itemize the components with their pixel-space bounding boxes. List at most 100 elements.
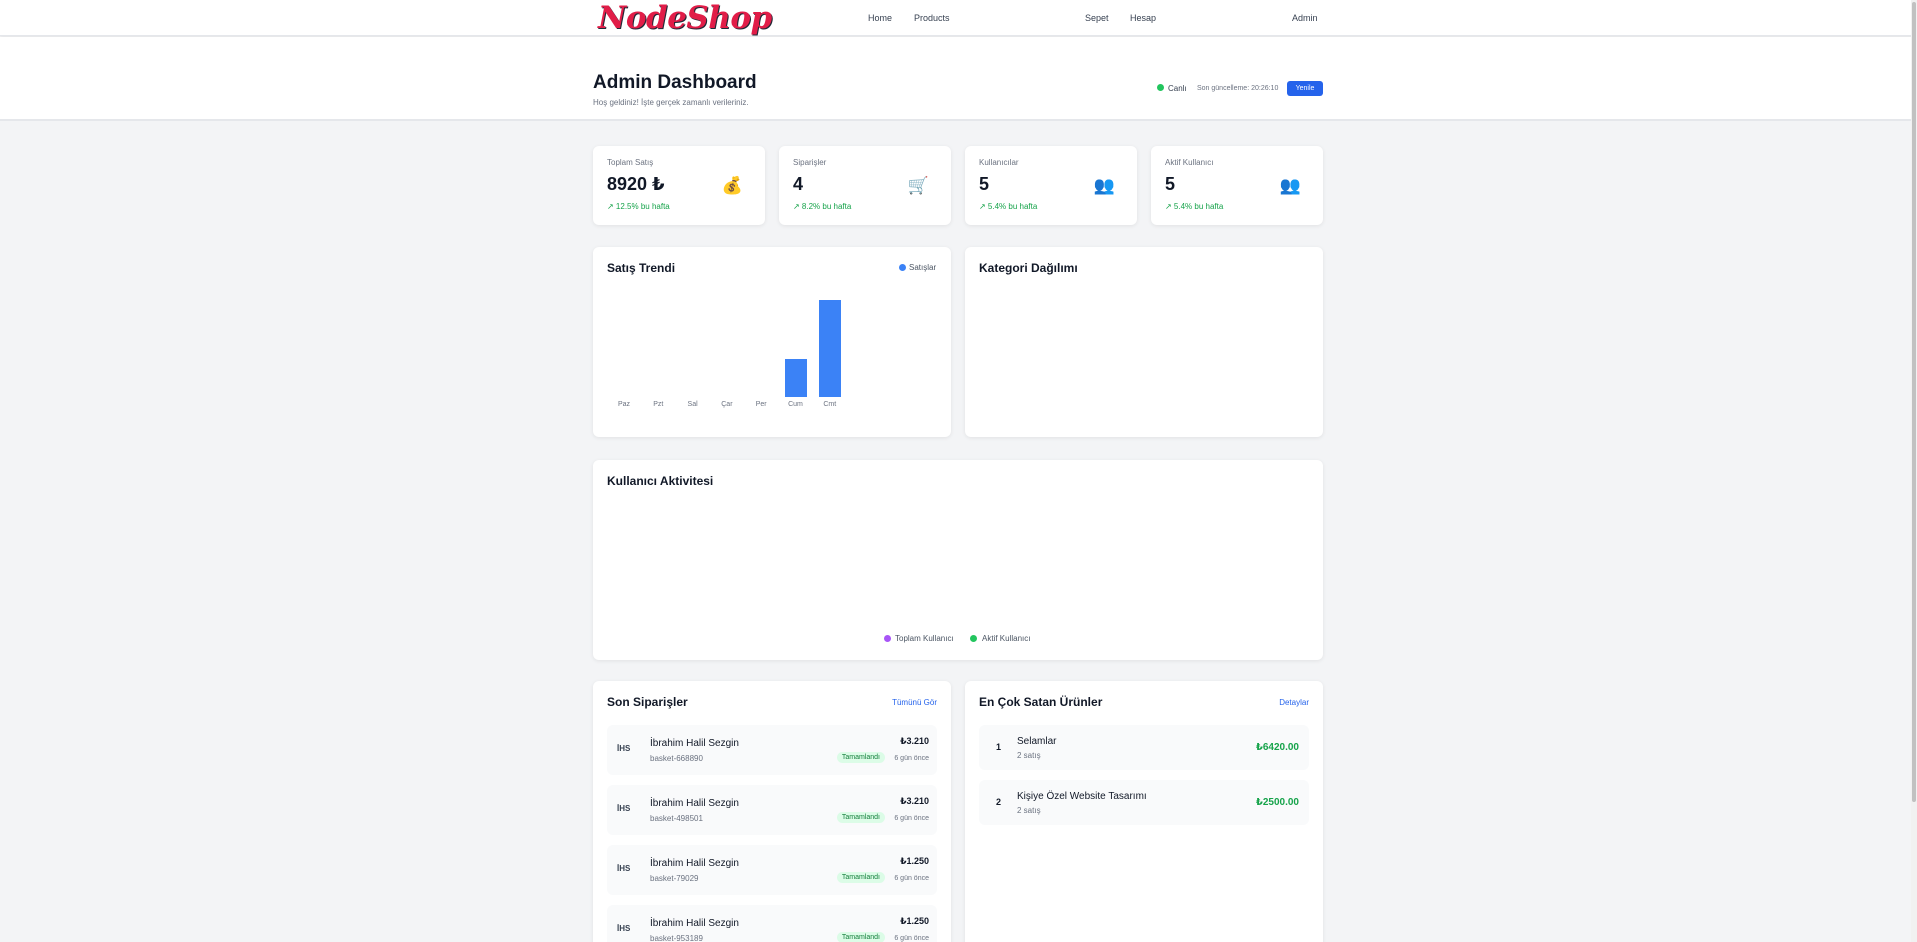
user-activity-card: Kullanıcı Aktivitesi Toplam Kullanıcı Ak… <box>593 460 1323 660</box>
stat-label: Aktif Kullanıcı <box>1165 158 1214 167</box>
stat-label: Kullanıcılar <box>979 158 1019 167</box>
live-status-label: Canlı <box>1168 84 1187 93</box>
stat-trend: ↗ 5.4% bu hafta <box>1165 202 1224 211</box>
order-row[interactable]: İHS İbrahim Halil Sezgin basket-79029 ₺1… <box>607 845 937 895</box>
product-sales-count: 2 satış <box>1017 806 1041 815</box>
users-icon: 👥 <box>1093 176 1115 195</box>
top-navbar: NodeShop Home Products Sepet Hesap Admin <box>0 0 1917 36</box>
order-basket-id: basket-498501 <box>650 814 703 823</box>
x-axis-tick-label: Paz <box>617 401 631 408</box>
status-badge: Tamamlandı <box>836 872 885 883</box>
product-rank: 2 <box>996 797 1002 807</box>
stat-value: 8920 ₺ <box>607 174 665 194</box>
order-customer-name: İbrahim Halil Sezgin <box>650 858 739 869</box>
avatar: İHS <box>617 744 631 753</box>
status-badge: Tamamlandı <box>836 752 885 763</box>
total-users-legend-label: Toplam Kullanıcı <box>895 634 954 643</box>
stat-trend: ↗ 5.4% bu hafta <box>979 202 1038 211</box>
product-row[interactable]: 1 Selamlar 2 satış ₺6420.00 <box>979 725 1309 770</box>
sales-legend-label: Satışlar <box>909 263 937 272</box>
avatar: İHS <box>617 864 631 873</box>
refresh-button[interactable]: Yenile <box>1287 81 1323 96</box>
stat-label: Siparişler <box>793 158 827 167</box>
stat-trend: ↗ 8.2% bu hafta <box>793 202 852 211</box>
nav-admin-link[interactable]: Admin <box>1292 13 1318 23</box>
stat-card-active-users: Aktif Kullanıcı 5 ↗ 5.4% bu hafta 👥 <box>1151 146 1323 225</box>
active-users-legend-dot <box>970 635 977 642</box>
nav-home-link[interactable]: Home <box>868 13 892 23</box>
order-basket-id: basket-953189 <box>650 934 703 942</box>
avatar: İHS <box>617 924 631 933</box>
order-time: 6 gün önce <box>894 755 929 762</box>
top-products-title: En Çok Satan Ürünler <box>979 695 1103 709</box>
cart-icon: 🛒 <box>907 176 929 195</box>
view-all-orders-link[interactable]: Tümünü Gör <box>892 698 937 707</box>
order-time: 6 gün önce <box>894 815 929 822</box>
active-users-legend-label: Aktif Kullanıcı <box>982 634 1031 643</box>
nav-products-link[interactable]: Products <box>914 13 950 23</box>
order-row[interactable]: İHS İbrahim Halil Sezgin basket-953189 ₺… <box>607 905 937 942</box>
recent-orders-title: Son Siparişler <box>607 695 688 709</box>
stat-trend: ↗ 12.5% bu hafta <box>607 202 670 211</box>
category-distribution-card: Kategori Dağılımı <box>965 247 1323 437</box>
nav-cart-link[interactable]: Sepet <box>1085 13 1109 23</box>
page-subtitle: Hoş geldiniz! İşte gerçek zamanlı verile… <box>593 98 749 107</box>
product-name: Kişiye Özel Website Tasarımı <box>1017 791 1147 802</box>
logo[interactable]: NodeShop <box>598 0 772 36</box>
stat-card-users: Kullanıcılar 5 ↗ 5.4% bu hafta 👥 <box>965 146 1137 225</box>
user-activity-title: Kullanıcı Aktivitesi <box>607 474 714 488</box>
stat-label: Toplam Satış <box>607 158 654 167</box>
order-row[interactable]: İHS İbrahim Halil Sezgin basket-498501 ₺… <box>607 785 937 835</box>
bar-cmt[interactable] <box>818 300 841 397</box>
x-axis-tick-label: Cum <box>788 401 803 408</box>
order-amount: ₺1.250 <box>900 916 929 926</box>
status-badge: Tamamlandı <box>836 932 885 942</box>
product-row[interactable]: 2 Kişiye Özel Website Tasarımı 2 satış ₺… <box>979 780 1309 825</box>
product-revenue: ₺2500.00 <box>1255 797 1299 808</box>
money-bag-icon: 💰 <box>721 176 743 195</box>
x-axis-tick-label: Sal <box>687 401 698 408</box>
bar-cum[interactable] <box>784 359 807 397</box>
nav-account-link[interactable]: Hesap <box>1130 13 1156 23</box>
page-title: Admin Dashboard <box>593 72 757 93</box>
last-update-text: Son güncelleme: 20:26:10 <box>1197 85 1279 92</box>
order-row[interactable]: İHS İbrahim Halil Sezgin basket-668890 ₺… <box>607 725 937 775</box>
top-products-card: En Çok Satan Ürünler Detaylar 1 Selamlar… <box>965 681 1323 942</box>
avatar: İHS <box>617 804 631 813</box>
stat-value: 5 <box>1165 174 1176 194</box>
product-rank: 1 <box>996 742 1002 752</box>
x-axis-tick-label: Çar <box>721 401 733 408</box>
users-icon: 👥 <box>1279 176 1301 195</box>
x-axis-tick-label: Pzt <box>653 401 664 408</box>
order-basket-id: basket-79029 <box>650 874 699 883</box>
sales-legend-dot <box>899 264 906 271</box>
order-amount: ₺3.210 <box>900 796 929 806</box>
order-time: 6 gün önce <box>894 875 929 882</box>
sales-trend-card: Satış Trendi Satışlar Paz Pzt Sal Çar Per Cum… <box>593 247 951 437</box>
order-customer-name: İbrahim Halil Sezgin <box>650 918 739 929</box>
live-status-dot <box>1157 84 1164 91</box>
order-amount: ₺3.210 <box>900 736 929 746</box>
stat-value: 5 <box>979 174 990 194</box>
stat-value: 4 <box>793 174 804 194</box>
product-details-link[interactable]: Detaylar <box>1279 698 1309 707</box>
category-distribution-title: Kategori Dağılımı <box>979 261 1078 275</box>
stat-card-orders: Siparişler 4 ↗ 8.2% bu hafta 🛒 <box>779 146 951 225</box>
order-customer-name: İbrahim Halil Sezgin <box>650 738 739 749</box>
dashboard-header <box>0 37 1917 121</box>
product-name: Selamlar <box>1017 736 1057 747</box>
sales-trend-title: Satış Trendi <box>607 261 676 275</box>
recent-orders-card: Son Siparişler Tümünü Gör İHS İbrahim Ha… <box>593 681 951 942</box>
page-scrollbar-thumb[interactable] <box>1912 2 1916 802</box>
x-axis-tick-label: Cmt <box>823 401 837 408</box>
order-time: 6 gün önce <box>894 935 929 942</box>
x-axis-tick-label: Per <box>755 401 767 408</box>
order-amount: ₺1.250 <box>900 856 929 866</box>
order-basket-id: basket-668890 <box>650 754 703 763</box>
product-sales-count: 2 satış <box>1017 751 1041 760</box>
product-revenue: ₺6420.00 <box>1255 742 1299 753</box>
total-users-legend-dot <box>884 635 891 642</box>
order-customer-name: İbrahim Halil Sezgin <box>650 798 739 809</box>
stat-card-total-sales: Toplam Satış 8920 ₺ ↗ 12.5% bu hafta 💰 <box>593 146 765 225</box>
status-badge: Tamamlandı <box>836 812 885 823</box>
